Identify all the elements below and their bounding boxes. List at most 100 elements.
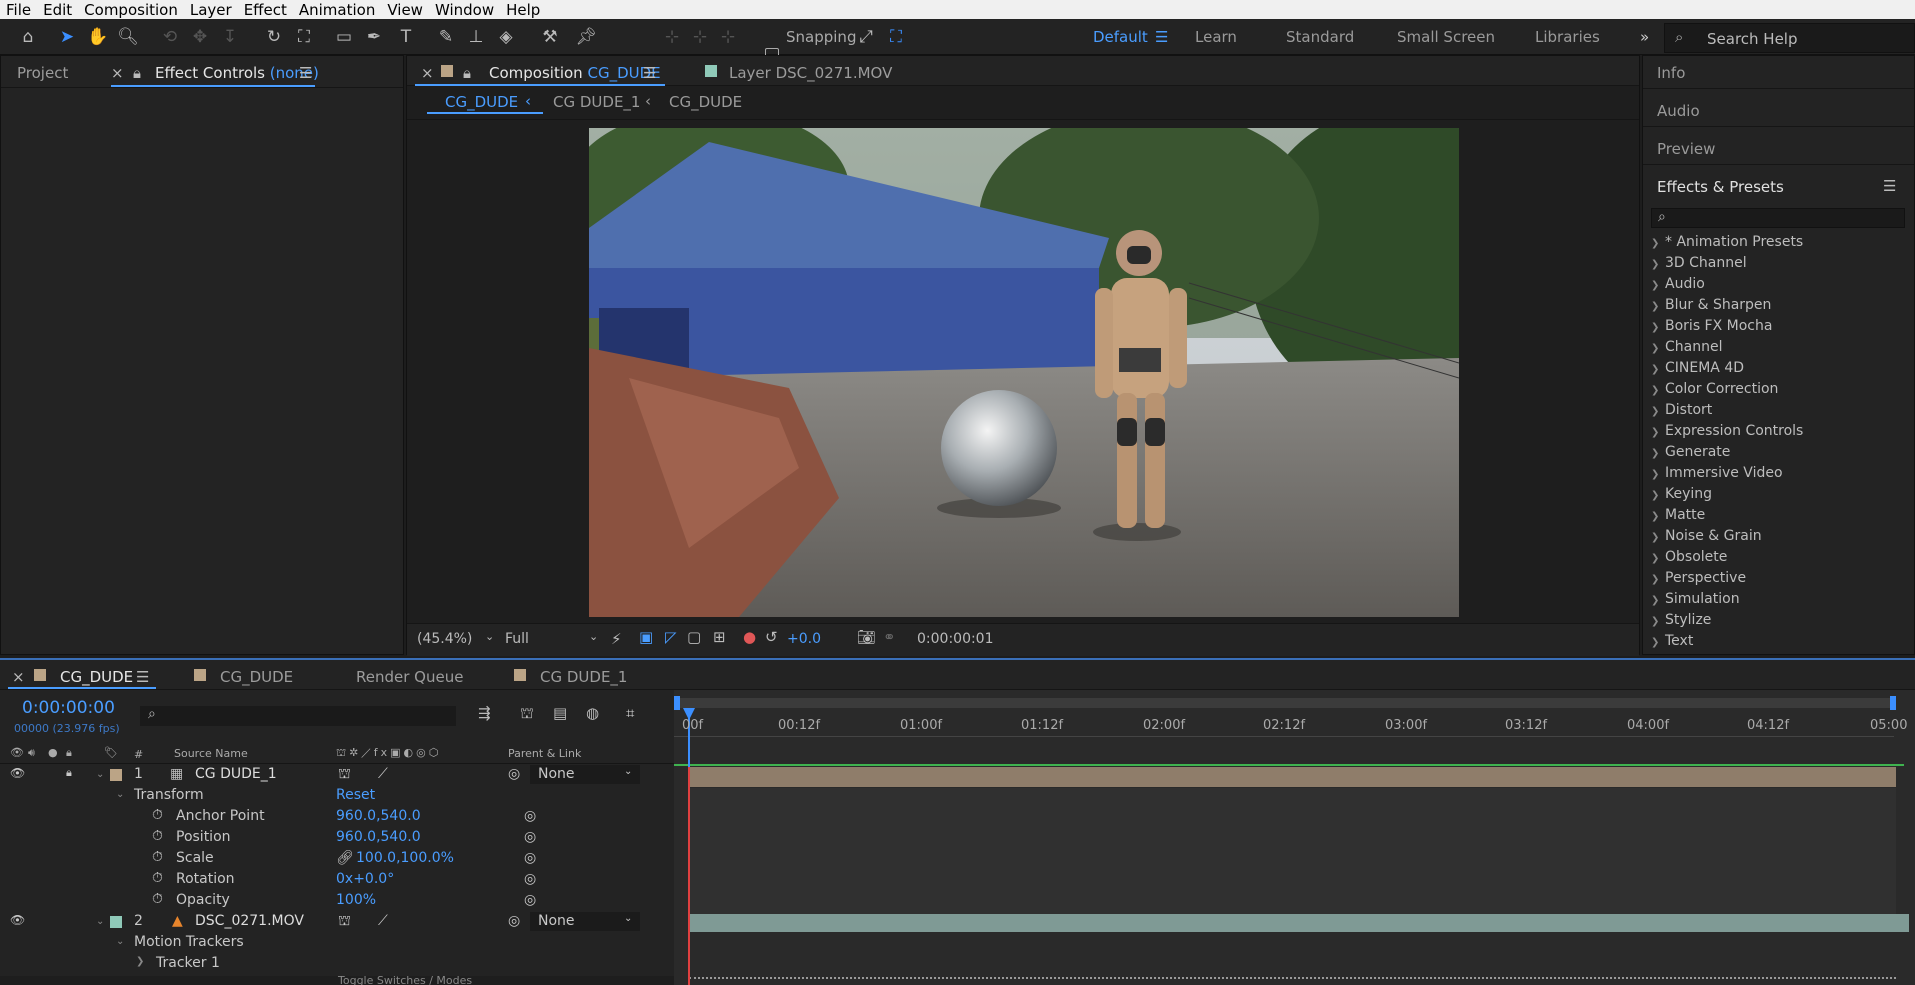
property-value[interactable]: 960.0,540.0 [336, 829, 421, 845]
exposure-value[interactable]: +0.0 [787, 631, 821, 647]
collapse-switch-icon[interactable]: ⛫ [338, 913, 351, 931]
layer-name[interactable]: DSC_0271.MOV [195, 913, 304, 929]
brush-tool-icon[interactable]: ✎ [434, 25, 458, 49]
effects-category[interactable]: ❯ Expression Controls [1651, 423, 1803, 439]
layer-search-input[interactable]: ⌕ [140, 706, 456, 726]
mask-visibility-icon[interactable]: ◸ [665, 628, 677, 646]
rotate-tool-icon[interactable]: ↻ [262, 25, 286, 49]
time-graph[interactable] [674, 690, 1915, 985]
roto-brush-icon[interactable]: ⚒ [538, 25, 562, 49]
workspace-menu-icon[interactable]: ☰ [1155, 28, 1168, 46]
effects-category[interactable]: ❯ 3D Channel [1651, 255, 1747, 271]
magnification-dropdown[interactable]: (45.4%) [417, 631, 472, 647]
quality-switch-icon[interactable]: ⟋ [378, 913, 388, 929]
menu-animation[interactable]: Animation [293, 1, 381, 19]
effects-presets-title[interactable]: Effects & Presets [1657, 178, 1784, 196]
comp-lock-icon[interactable]: 🔒︎ [463, 64, 471, 82]
effects-category[interactable]: ❯ Color Correction [1651, 381, 1778, 397]
effects-category[interactable]: ❯ Distort [1651, 402, 1712, 418]
reset-link[interactable]: Reset [336, 787, 375, 803]
current-time-display[interactable]: 0:00:00:00 [22, 698, 115, 718]
expression-pickwhip-icon[interactable]: ◎ [524, 808, 536, 824]
lock-icon[interactable]: 🔒︎ [133, 64, 141, 82]
draft-3d-icon[interactable]: ⛫ [520, 704, 534, 724]
effects-panel-menu-icon[interactable]: ☰ [1883, 177, 1896, 195]
panel-menu-icon[interactable]: ☰ [299, 64, 312, 82]
stopwatch-icon[interactable]: ⏱︎ [152, 870, 163, 886]
close-timeline-tab-icon[interactable]: × [12, 668, 25, 686]
layer-duration-bar[interactable] [689, 914, 1909, 932]
layer-color-label[interactable] [110, 769, 122, 781]
effects-category[interactable]: ❯ Keying [1651, 486, 1712, 502]
stopwatch-icon[interactable]: ⏱︎ [152, 891, 163, 907]
effects-category[interactable]: ❯ Simulation [1651, 591, 1740, 607]
motion-blur-icon[interactable]: ◍ [586, 704, 599, 722]
effects-search-input[interactable]: ⌕ [1651, 208, 1905, 228]
workspaces-overflow-icon[interactable]: » [1640, 28, 1649, 46]
breadcrumb-item-1[interactable]: CG_DUDE [445, 93, 518, 111]
channels-icon[interactable]: ● [743, 628, 756, 646]
expression-pickwhip-icon[interactable]: ◎ [524, 829, 536, 845]
workspace-small-screen[interactable]: Small Screen [1397, 28, 1495, 46]
work-area-start-handle[interactable] [674, 696, 680, 710]
eye-icon[interactable]: 👁︎ [10, 913, 25, 927]
layer-duration-bar[interactable] [689, 767, 1896, 787]
pickwhip-icon[interactable]: ◎ [508, 913, 520, 929]
stopwatch-icon[interactable]: ⏱︎ [152, 849, 163, 865]
comp-panel-menu-icon[interactable]: ☰ [643, 64, 656, 82]
close-comp-tab-icon[interactable]: × [421, 64, 434, 82]
effects-category[interactable]: ❯ Matte [1651, 507, 1705, 523]
lock-icon[interactable]: 🔒︎ [66, 766, 72, 780]
workspace-default[interactable]: Default [1093, 28, 1148, 46]
quality-switch-icon[interactable]: ⟋ [378, 766, 388, 782]
property-value[interactable]: 0x+0.0° [336, 871, 394, 887]
col-parent-link[interactable]: Parent & Link [508, 747, 581, 760]
label-icon[interactable]: 🏷︎ [104, 746, 118, 759]
fast-previews-icon[interactable]: ⚡︎ [611, 630, 622, 648]
rectangle-tool-icon[interactable]: ▭ [332, 25, 356, 49]
type-tool-icon[interactable]: T [394, 25, 418, 49]
property-value[interactable]: 100.0,100.0% [356, 850, 454, 866]
effects-category[interactable]: ❯ Generate [1651, 444, 1730, 460]
constrain-proportions-icon[interactable]: 🔗︎ [336, 850, 354, 866]
tab-composition[interactable]: Composition CG_DUDE [489, 64, 661, 82]
clone-stamp-icon[interactable]: ⊥ [464, 25, 488, 49]
timeline-panel-menu-icon[interactable]: ☰ [136, 668, 149, 686]
tab-effect-controls[interactable]: Effect Controls (none) [155, 64, 319, 82]
timeline-tab-cg-dude-1[interactable]: CG DUDE_1 [540, 668, 627, 686]
grid-guides-icon[interactable]: ⊞ [713, 628, 726, 646]
toggle-switches-modes[interactable]: Toggle Switches / Modes [338, 976, 472, 985]
eye-icon[interactable]: 👁︎ [10, 746, 24, 759]
lock-icon[interactable]: 🔒︎ [66, 746, 72, 760]
work-area-bar[interactable] [674, 698, 1894, 708]
tab-project[interactable]: Project [17, 64, 68, 82]
close-tab-icon[interactable]: × [111, 64, 124, 82]
transform-group[interactable]: ⌄ Transform Reset [0, 786, 674, 807]
effects-category[interactable]: ❯ Blur & Sharpen [1651, 297, 1771, 313]
viewer-timecode[interactable]: 0:00:00:01 [917, 631, 994, 647]
selection-tool-icon[interactable]: ➤ [55, 25, 79, 49]
hand-tool-icon[interactable]: ✋ [86, 25, 110, 49]
home-icon[interactable]: ⌂ [16, 25, 40, 49]
region-of-interest-icon[interactable]: ▢ [687, 628, 701, 646]
expression-pickwhip-icon[interactable]: ◎ [524, 871, 536, 887]
stopwatch-icon[interactable]: ⏱︎ [152, 828, 163, 844]
breadcrumb-item-2[interactable]: CG DUDE_1 [553, 93, 640, 111]
dolly-camera-icon[interactable]: ↧ [218, 25, 242, 49]
transparency-grid-icon[interactable]: ▣ [639, 628, 653, 646]
menu-edit[interactable]: Edit [37, 1, 78, 19]
audio-icon[interactable]: 🔊︎ [28, 746, 35, 760]
eye-icon[interactable]: 👁︎ [10, 766, 25, 780]
comp-mini-flowchart-icon[interactable]: ⇶ [478, 704, 491, 722]
chevron-down-icon[interactable]: ⌄ [96, 769, 104, 780]
pickwhip-icon[interactable]: ◎ [508, 766, 520, 782]
timeline-tab-cg-dude[interactable]: CG_DUDE [60, 668, 133, 686]
chevron-down-icon[interactable]: ⌄ [96, 916, 104, 927]
chevron-down-icon[interactable]: ⌄ [116, 936, 124, 947]
pen-tool-icon[interactable]: ✒ [362, 25, 386, 49]
work-area-end-handle[interactable] [1890, 696, 1896, 710]
effects-category[interactable]: ❯ Channel [1651, 339, 1722, 355]
audio-panel-tab[interactable]: Audio [1657, 102, 1700, 120]
orbit-camera-icon[interactable]: ⟲ [158, 25, 182, 49]
eraser-tool-icon[interactable]: ◈ [494, 25, 518, 49]
